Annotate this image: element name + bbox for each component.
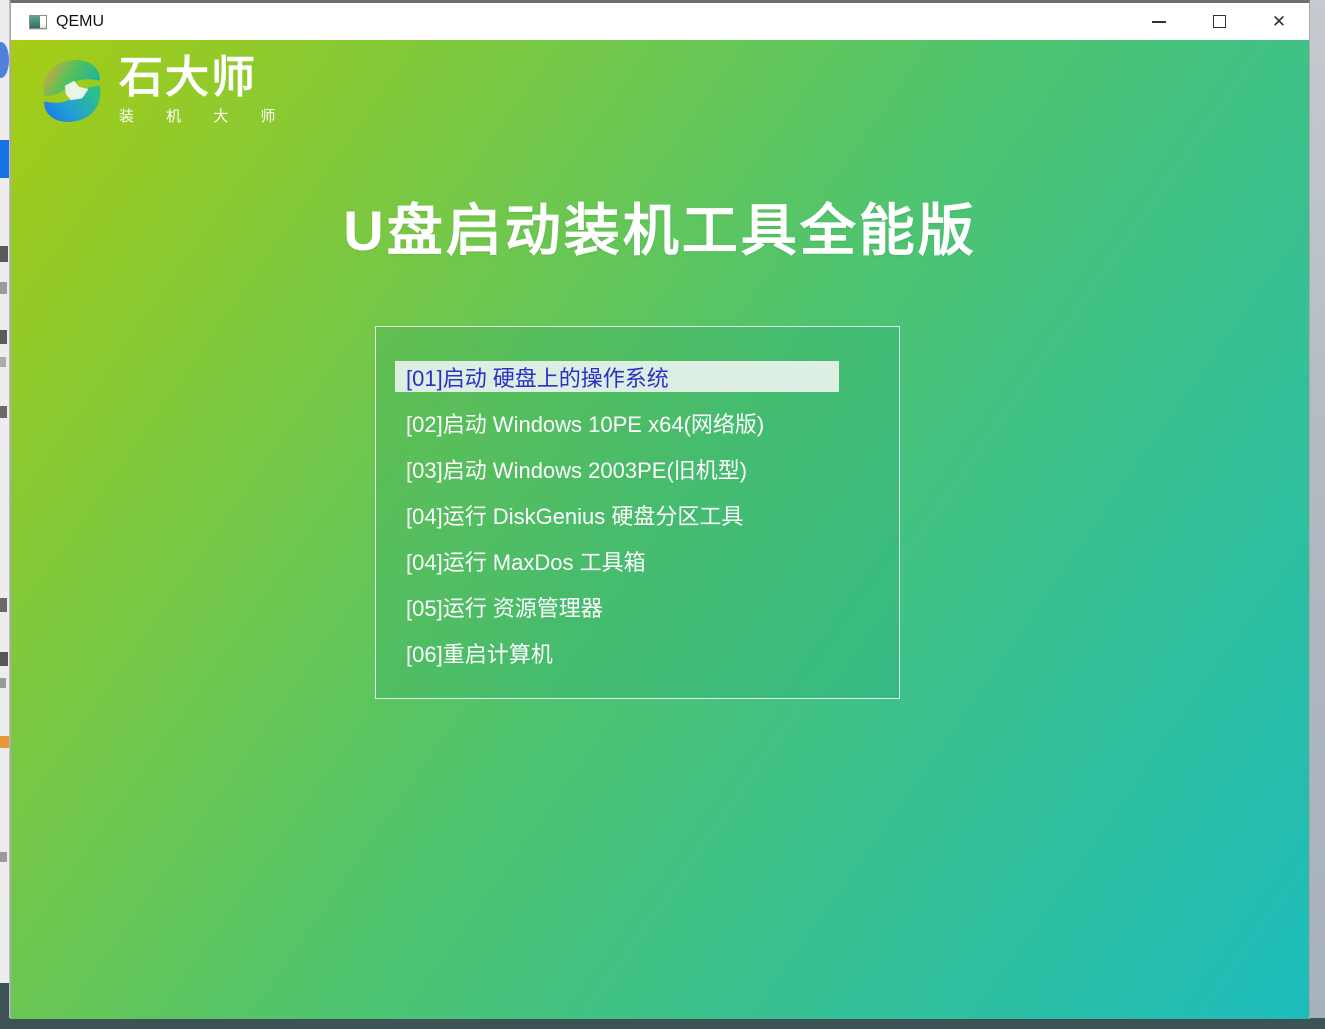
background-bottom-bar xyxy=(0,1018,1325,1029)
background-right-sliver xyxy=(1310,0,1325,1029)
qemu-window: QEMU ✕ xyxy=(10,0,1310,1019)
window-title: QEMU xyxy=(56,13,104,31)
boot-screen-title: U盘启动装机工具全能版 xyxy=(11,186,1309,267)
bg-fragment-blue-logo xyxy=(0,42,9,78)
shidashi-logo-icon xyxy=(35,54,109,128)
boot-menu-item-7[interactable]: [06]重启计算机 xyxy=(395,637,839,668)
boot-menu-list: [01]启动 硬盘上的操作系统 [02]启动 Windows 10PE x64(网… xyxy=(376,361,899,668)
boot-menu-item-3[interactable]: [03]启动 Windows 2003PE(旧机型) xyxy=(395,453,839,484)
minimize-icon xyxy=(1152,21,1166,23)
boot-menu-item-4[interactable]: [04]运行 DiskGenius 硬盘分区工具 xyxy=(395,499,839,530)
boot-menu-box: [01]启动 硬盘上的操作系统 [02]启动 Windows 10PE x64(网… xyxy=(375,326,900,699)
brand-block: 石大师 装 机 大 师 xyxy=(35,54,290,128)
boot-menu-item-1[interactable]: [01]启动 硬盘上的操作系统 xyxy=(395,361,839,392)
bg-fragment-text xyxy=(0,246,8,262)
bg-fragment-text xyxy=(0,598,7,612)
bg-fragment-text xyxy=(0,406,7,418)
bg-fragment-text xyxy=(0,678,6,688)
brand-name: 石大师 xyxy=(119,54,290,102)
bg-fragment-text xyxy=(0,330,7,344)
maximize-button[interactable] xyxy=(1189,3,1249,40)
bg-fragment-text xyxy=(0,652,8,666)
boot-menu-item-5[interactable]: [04]运行 MaxDos 工具箱 xyxy=(395,545,839,576)
boot-menu-item-6[interactable]: [05]运行 资源管理器 xyxy=(395,591,839,622)
window-controls: ✕ xyxy=(1129,3,1309,40)
bg-fragment-text xyxy=(0,357,6,367)
minimize-button[interactable] xyxy=(1129,3,1189,40)
close-icon: ✕ xyxy=(1272,13,1286,30)
bg-fragment-text xyxy=(0,852,7,862)
close-button[interactable]: ✕ xyxy=(1249,3,1309,40)
brand-subtitle: 装 机 大 师 xyxy=(119,105,290,126)
maximize-icon xyxy=(1213,15,1226,28)
bg-fragment-text xyxy=(0,282,7,294)
boot-screen: 石大师 装 机 大 师 U盘启动装机工具全能版 [01]启动 硬盘上的操作系统[… xyxy=(11,40,1309,1019)
bg-fragment-orange-link xyxy=(0,736,9,748)
qemu-window-icon xyxy=(29,15,47,29)
boot-menu-item-2[interactable]: [02]启动 Windows 10PE x64(网络版) xyxy=(395,407,839,438)
window-titlebar[interactable]: QEMU ✕ xyxy=(11,3,1309,40)
